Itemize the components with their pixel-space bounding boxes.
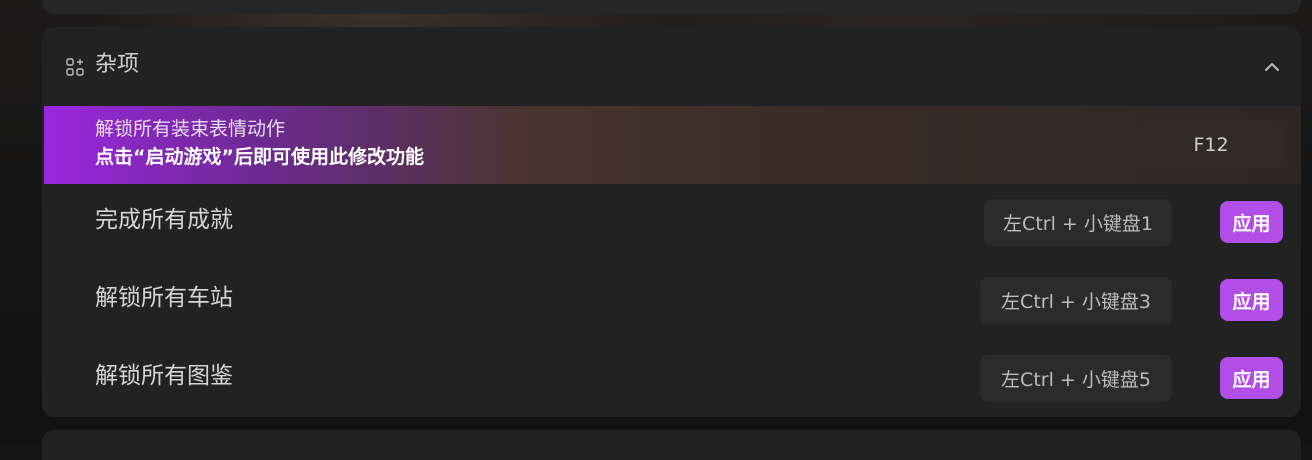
apply-button[interactable]: 应用 [1220, 201, 1283, 243]
list-item: 解锁所有车站 左Ctrl + 小键盘3 应用 [42, 262, 1301, 340]
apply-button[interactable]: 应用 [1220, 357, 1283, 399]
list-item: 完成所有成就 左Ctrl + 小键盘1 应用 [42, 184, 1301, 262]
tooltip-banner: 解锁所有装束表情动作 点击“启动游戏”后即可使用此修改功能 F12 [44, 106, 1301, 184]
tooltip-hint: 点击“启动游戏”后即可使用此修改功能 [95, 146, 424, 168]
item-label: 解锁所有图鉴 [95, 363, 233, 389]
chevron-up-icon[interactable] [1261, 56, 1283, 78]
misc-section: 杂项 解锁所有装束表情动作 点击“启动游戏”后即可使用此修改功能 F12 完成所… [42, 27, 1301, 417]
item-label: 解锁所有车站 [95, 285, 233, 311]
list-item: 解锁所有图鉴 左Ctrl + 小键盘5 应用 [42, 340, 1301, 417]
hotkey-field[interactable]: 左Ctrl + 小键盘5 [980, 355, 1172, 402]
section-header[interactable]: 杂项 [42, 27, 1301, 105]
hotkey-field[interactable]: 左Ctrl + 小键盘1 [984, 199, 1172, 246]
next-section-card [42, 430, 1301, 460]
grid-plus-icon [66, 58, 84, 76]
hotkey-field[interactable]: F12 [1139, 121, 1283, 168]
section-title: 杂项 [95, 52, 140, 77]
hotkey-field[interactable]: 左Ctrl + 小键盘3 [980, 277, 1172, 324]
previous-section-card [42, 0, 1301, 14]
tooltip-item-label: 解锁所有装束表情动作 [95, 118, 286, 140]
apply-button[interactable]: 应用 [1220, 279, 1283, 321]
item-label: 完成所有成就 [95, 207, 233, 233]
